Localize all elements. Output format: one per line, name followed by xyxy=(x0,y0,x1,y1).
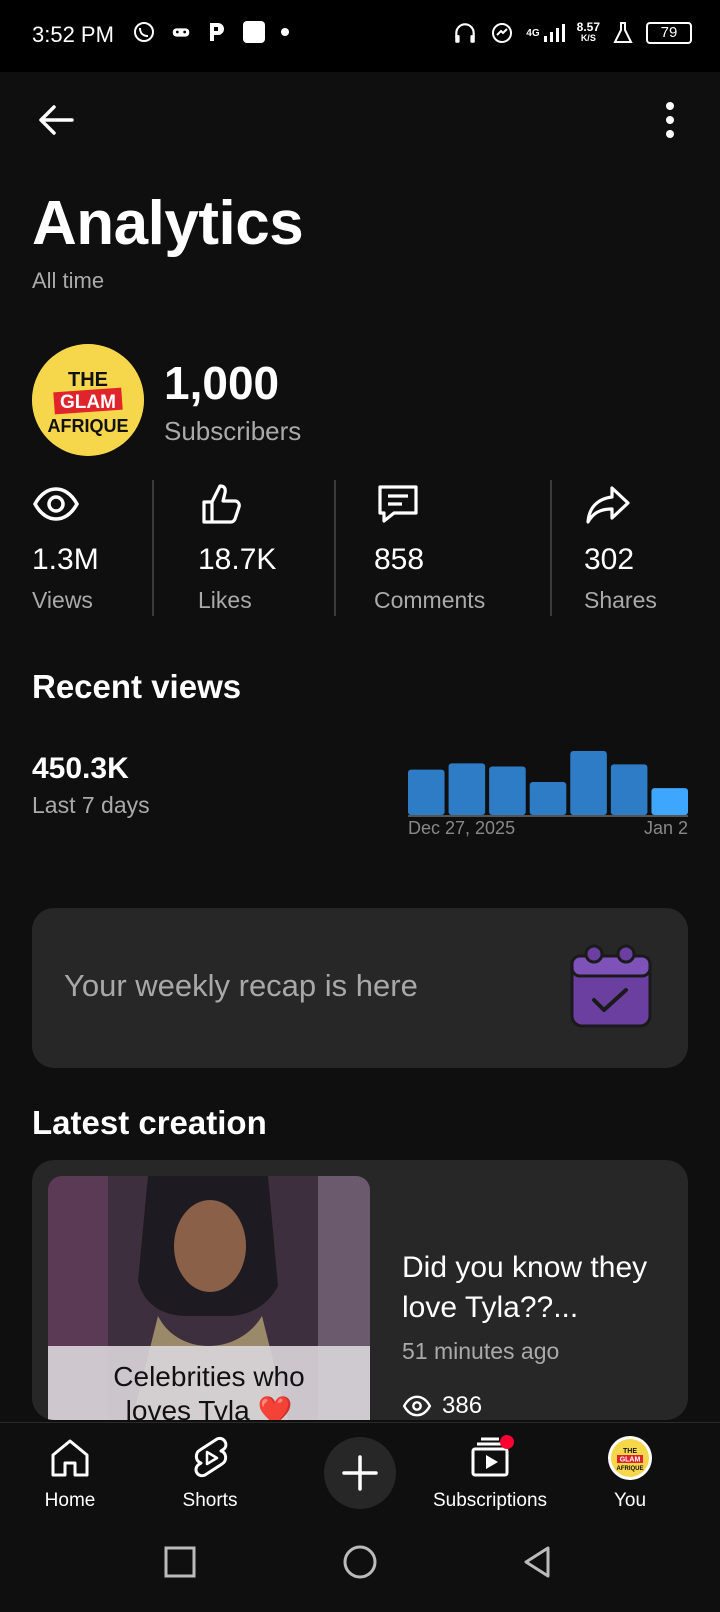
network-speed-unit: K/S xyxy=(580,33,596,43)
latest-creation-title: Latest creation xyxy=(32,1104,267,1141)
divider xyxy=(550,480,552,616)
svg-text:AFRIQUE: AFRIQUE xyxy=(48,416,129,436)
chart-bar xyxy=(651,788,688,815)
messenger-icon xyxy=(492,23,513,43)
share-icon xyxy=(586,486,630,524)
p-app-icon xyxy=(210,23,224,41)
home-circle-icon[interactable] xyxy=(340,1542,380,1582)
notification-icons xyxy=(132,20,290,44)
chart-bar xyxy=(489,766,526,815)
home-icon xyxy=(51,1439,89,1477)
calendar-check-icon xyxy=(570,944,652,1028)
weekly-recap-card[interactable]: Your weekly recap is here xyxy=(32,908,688,1068)
nav-shorts-label: Shorts xyxy=(182,1490,238,1511)
period-label: All time xyxy=(32,268,105,293)
game-controller-icon xyxy=(172,28,190,37)
caption-line-1: Celebrities who xyxy=(113,1361,305,1392)
battery-indicator: 79 xyxy=(646,22,692,44)
nav-shorts[interactable]: Shorts xyxy=(140,1435,280,1512)
subscribers-label: Subscribers xyxy=(164,416,302,446)
glam-afrique-logo: THE GLAM AFRIQUE xyxy=(32,344,144,456)
stat-views[interactable]: 1.3M Views xyxy=(32,480,99,614)
svg-text:GLAM: GLAM xyxy=(60,392,116,413)
recents-square-icon[interactable] xyxy=(160,1542,200,1582)
chart-bar xyxy=(610,764,648,815)
back-arrow-icon[interactable] xyxy=(34,98,78,142)
subscribers-count: 1,000 xyxy=(164,357,280,409)
shorts-icon xyxy=(194,1436,228,1478)
comments-label: Comments xyxy=(374,587,486,613)
thumbnail-caption: Celebrities who loves Tyla ❤️ xyxy=(48,1360,370,1420)
stat-likes[interactable]: 18.7K Likes xyxy=(198,480,276,614)
top-bar xyxy=(0,72,720,168)
whatsapp-icon xyxy=(134,22,154,42)
comment-icon xyxy=(378,485,418,523)
svg-text:GLAM: GLAM xyxy=(620,1457,641,1464)
more-options-icon[interactable] xyxy=(660,100,680,140)
nav-home-label: Home xyxy=(44,1490,96,1511)
nav-home[interactable]: Home xyxy=(0,1435,140,1512)
comments-value: 858 xyxy=(374,543,425,576)
channel-avatar[interactable]: THE GLAM AFRIQUE xyxy=(32,344,144,456)
eye-icon xyxy=(33,487,79,521)
eye-icon xyxy=(402,1395,432,1417)
page-title: Analytics xyxy=(32,189,304,258)
svg-text:AFRIQUE: AFRIQUE xyxy=(617,1466,644,1472)
recent-views-value: 450.3K xyxy=(32,752,129,785)
signal-icon xyxy=(543,24,565,42)
flask-icon xyxy=(613,22,633,43)
nav-you-label: You xyxy=(613,1490,647,1511)
network-indicator: 4G xyxy=(526,23,565,43)
chart-bar xyxy=(448,763,486,815)
shares-label: Shares xyxy=(584,587,657,613)
likes-value: 18.7K xyxy=(198,543,277,576)
nav-you[interactable]: THE GLAM AFRIQUE You xyxy=(560,1435,700,1512)
stat-comments[interactable]: 858 Comments xyxy=(374,480,485,614)
system-nav-bar xyxy=(0,1522,720,1612)
svg-text:THE: THE xyxy=(623,1448,637,1455)
status-time: 3:52 PM xyxy=(32,22,114,47)
recap-text: Your weekly recap is here xyxy=(64,968,418,1003)
notification-dot xyxy=(500,1435,514,1449)
network-speed: 8.57 K/S xyxy=(576,20,600,44)
views-label: Views xyxy=(32,587,93,613)
views-value: 1.3M xyxy=(32,543,99,576)
likes-label: Likes xyxy=(198,587,252,613)
back-triangle-icon[interactable] xyxy=(518,1542,558,1582)
caption-line-2: loves Tyla ❤️ xyxy=(125,1395,293,1420)
video-published-time: 51 minutes ago xyxy=(402,1338,560,1364)
plus-icon xyxy=(342,1455,378,1491)
video-thumbnail[interactable]: Celebrities who loves Tyla ❤️ xyxy=(48,1176,370,1420)
dot-icon xyxy=(281,28,289,36)
network-speed-value: 8.57 xyxy=(576,20,600,34)
bottom-nav: Home Shorts Subscriptions THE GLAM AFRIQ… xyxy=(0,1422,720,1522)
thumbs-up-icon xyxy=(202,484,241,524)
chart-start-date: Dec 27, 2025 xyxy=(408,818,516,838)
status-bar: 3:52 PM 4G 8.57 K/S 79 xyxy=(0,0,720,72)
shares-value: 302 xyxy=(584,543,635,576)
profile-avatar-icon: THE GLAM AFRIQUE xyxy=(608,1436,652,1480)
headphones-icon xyxy=(455,23,476,43)
chart-end-date: Jan 2 xyxy=(643,818,688,838)
chart-bar xyxy=(529,781,567,815)
stats-row: 1.3M Views 18.7K Likes 858 Comments 302 … xyxy=(0,480,720,616)
video-title: Did you know they love Tyla??... xyxy=(402,1251,648,1324)
create-button[interactable] xyxy=(324,1437,396,1509)
network-type: 4G xyxy=(526,27,540,39)
divider xyxy=(152,480,154,616)
latest-video-card[interactable]: Celebrities who loves Tyla ❤️ Did you kn… xyxy=(32,1160,688,1420)
chart-bar xyxy=(408,769,445,815)
divider xyxy=(334,480,336,616)
nav-subscriptions[interactable]: Subscriptions xyxy=(420,1435,560,1512)
recent-views-title: Recent views xyxy=(32,668,242,705)
nav-subscriptions-label: Subscriptions xyxy=(432,1490,548,1511)
chart-bar xyxy=(570,751,607,815)
system-status-icons: 4G 8.57 K/S 79 xyxy=(452,20,692,46)
svg-text:THE: THE xyxy=(68,369,108,391)
square-app-icon xyxy=(243,21,265,43)
video-views: 386 xyxy=(402,1392,482,1420)
video-views-count: 386 xyxy=(442,1392,483,1419)
stat-shares[interactable]: 302 Shares xyxy=(584,480,657,614)
recent-views-period: Last 7 days xyxy=(32,792,150,818)
